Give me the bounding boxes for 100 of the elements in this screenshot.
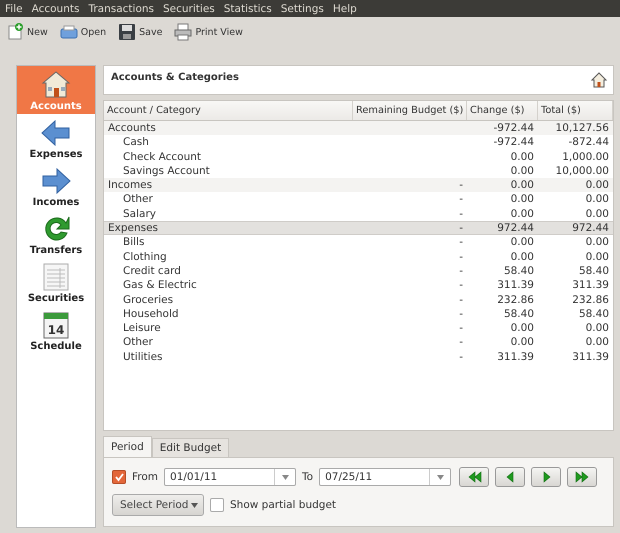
table-cell-text: 311.39: [496, 278, 535, 293]
table-cell-text: 972.44: [571, 222, 610, 234]
table-cell-text: Expenses: [107, 222, 160, 234]
table-cell-text: Other: [122, 335, 154, 350]
table-cell-text: Cash: [122, 135, 150, 150]
menu-item[interactable]: Transactions: [88, 2, 154, 16]
table-cell-text: -: [458, 178, 464, 192]
nav-button[interactable]: [459, 467, 490, 487]
sidebar-item[interactable]: Transfers: [17, 210, 95, 258]
table-cell-text: 0.00: [510, 335, 535, 350]
nav-button[interactable]: [567, 467, 598, 487]
table-cell-text: -: [458, 206, 464, 222]
house-icon: [40, 68, 72, 100]
table-cell-text: 0.00: [584, 321, 610, 336]
table-row[interactable]: Accounts -972.44 10,127.56: [104, 121, 613, 136]
checkbox[interactable]: [112, 470, 126, 484]
menu-item[interactable]: Statistics: [224, 2, 272, 16]
table-cell-text: 0.00: [584, 335, 610, 350]
table-cell-text: 232.86: [496, 292, 535, 307]
table-cell-text: 311.39: [496, 350, 535, 364]
table-cell-text: Credit card: [122, 264, 182, 278]
table-cell-text: 311.39: [571, 278, 610, 293]
table-row[interactable]: Expenses - 972.44 972.44: [104, 221, 613, 236]
table-cell-text: 0.00: [584, 206, 610, 222]
table-cell-text: -: [458, 192, 464, 207]
table-cell-text: 58.40: [502, 306, 535, 322]
date-field[interactable]: 01/01/11: [164, 468, 296, 486]
menu-item[interactable]: Settings: [280, 2, 324, 16]
menu-item[interactable]: Accounts: [32, 2, 80, 16]
table-cell-text: -: [458, 278, 464, 293]
sidebar-item[interactable]: Incomes: [17, 162, 95, 210]
table-cell-text: -: [458, 250, 464, 264]
table-cell-text: -972.44: [492, 121, 535, 136]
table-cell-text: 311.39: [571, 350, 610, 364]
toolbar-button[interactable]: New: [4, 23, 50, 41]
table-cell-text: -: [458, 292, 464, 307]
table-cell-text: Bills: [122, 235, 146, 250]
table-cell-text: 0.00: [584, 250, 610, 264]
caret-icon: [282, 474, 289, 480]
table-cell-text: 10,127.56: [554, 121, 610, 136]
table-cell-text: Household: [122, 306, 180, 322]
column-header[interactable]: Change ($): [467, 101, 538, 120]
sidebar-item[interactable]: Securities: [17, 258, 95, 306]
column-header[interactable]: Remaining Budget ($): [353, 101, 467, 120]
checkbox[interactable]: [210, 498, 224, 512]
to-label: To: [302, 471, 314, 483]
menu-item[interactable]: File: [5, 2, 23, 16]
table-cell-text: 0.00: [584, 192, 610, 207]
table-cell-text: Incomes: [107, 178, 154, 192]
tab[interactable]: Edit Budget: [152, 438, 230, 457]
toolbar-button[interactable]: Open: [58, 23, 108, 41]
table-cell-text: 0.00: [510, 206, 535, 222]
column-header[interactable]: Total ($): [538, 101, 613, 120]
table-cell-text: 0.00: [510, 235, 535, 250]
date-field[interactable]: 07/25/11: [319, 468, 452, 486]
table-cell-text: 1,000.00: [561, 150, 610, 164]
double-right-arrow-icon: [574, 471, 591, 483]
toolbar-button[interactable]: Print View: [172, 23, 245, 41]
table-cell-text: -872.44: [567, 135, 610, 150]
table-cell-text: 972.44: [496, 222, 535, 234]
table-cell-text: -: [458, 235, 464, 250]
nav-button[interactable]: [495, 467, 526, 487]
toolbar-button[interactable]: Save: [116, 23, 164, 41]
nav-button[interactable]: [531, 467, 562, 487]
table-cell-text: 58.40: [578, 264, 610, 278]
table-cell-text: 0.00: [510, 178, 535, 192]
table-cell-text: -: [458, 306, 464, 322]
table-cell-text: -: [458, 335, 464, 350]
house-icon: [590, 71, 608, 89]
table-row[interactable]: Incomes - 0.00 0.00: [104, 178, 613, 192]
tab[interactable]: Period: [103, 436, 152, 457]
table-cell-text: Salary: [122, 206, 157, 222]
table-cell-text: 0.00: [510, 250, 535, 264]
table-cell-text: -: [458, 222, 464, 234]
table-cell-text: 58.40: [502, 264, 535, 278]
select-period-button[interactable]: Select Period: [112, 494, 204, 516]
table-cell-text: 0.00: [510, 192, 535, 207]
table-cell-text: Accounts: [107, 121, 157, 136]
checkbox-label: Show partial budget: [230, 499, 336, 511]
menu-item[interactable]: Help: [332, 2, 357, 16]
sidebar-item[interactable]: 14 Schedule: [17, 306, 95, 354]
table-cell-text: -972.44: [492, 135, 535, 150]
document-icon: [6, 23, 24, 41]
table-cell-text: 58.40: [578, 306, 610, 322]
table-cell-text: 10,000.00: [554, 164, 610, 178]
table-cell-text: Check Account: [122, 150, 202, 164]
column-header[interactable]: Account / Category: [104, 101, 353, 120]
panel-title: Accounts & Categories: [111, 72, 239, 83]
table-cell-text: -: [458, 350, 464, 364]
table-cell-text: Savings Account: [122, 164, 211, 178]
table-cell-text: 0.00: [584, 178, 610, 192]
table-cell-text: Gas & Electric: [122, 278, 198, 293]
menu-item[interactable]: Securities: [163, 2, 215, 16]
sidebar-item[interactable]: Expenses: [17, 114, 95, 162]
table-cell-text: 0.00: [584, 235, 610, 250]
table-cell-text: Clothing: [122, 250, 168, 264]
caret-icon: [191, 502, 198, 508]
table-cell-text: Other: [122, 192, 154, 207]
from-label: From: [132, 471, 158, 483]
table-cell-text: Utilities: [122, 350, 164, 364]
